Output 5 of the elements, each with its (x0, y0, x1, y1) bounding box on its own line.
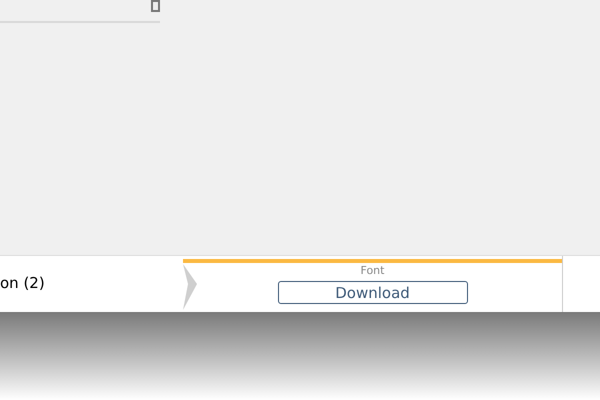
window-icon[interactable] (151, 0, 160, 12)
download-button[interactable]: Download (278, 281, 468, 304)
chevron-icon (183, 264, 198, 312)
step-label: Font (360, 264, 384, 278)
step-label: on (2) (0, 272, 45, 294)
